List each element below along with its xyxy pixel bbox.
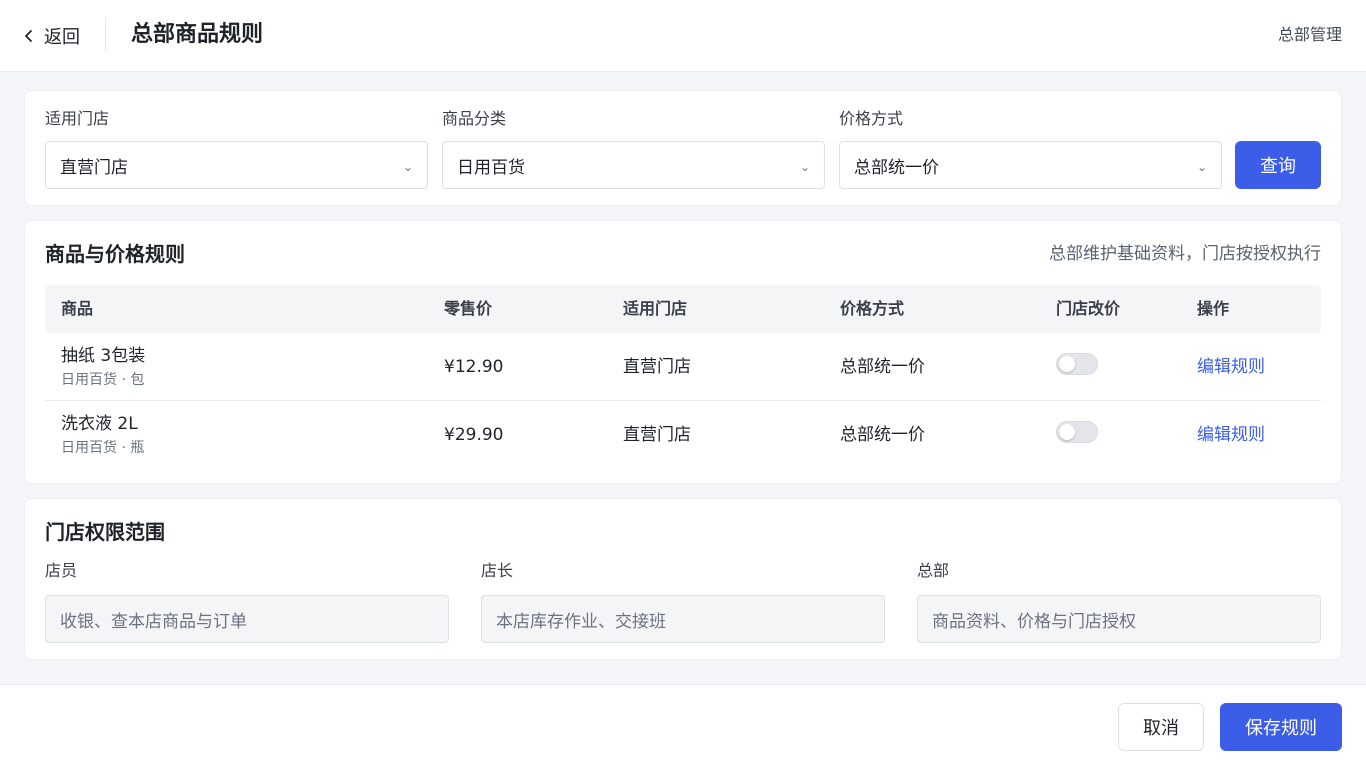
- product-name: 洗衣液 2L: [61, 414, 138, 434]
- applicable-store: 直营门店: [623, 425, 691, 445]
- edit-rule-link[interactable]: 编辑规则: [1197, 356, 1265, 378]
- category-select[interactable]: 日用百货 ⌄: [442, 141, 825, 189]
- store-select-value: 直营门店: [60, 157, 128, 178]
- rules-section-note: 总部维护基础资料，门店按授权执行: [1049, 244, 1321, 264]
- query-button[interactable]: 查询: [1235, 141, 1321, 189]
- applicable-store: 直营门店: [623, 357, 691, 377]
- table-row: 洗衣液 2L 日用百货 · 瓶 ¥29.90 直营门店 总部统一价 编辑规则: [45, 401, 1321, 469]
- store-price-change-toggle[interactable]: [1056, 421, 1098, 443]
- rules-card: 商品与价格规则 总部维护基础资料，门店按授权执行 商品 零售价 适用门店 价格方…: [24, 220, 1342, 484]
- permission-label: 店员: [45, 561, 78, 580]
- table-header: 商品 零售价 适用门店 价格方式 门店改价 操作: [45, 285, 1321, 333]
- store-select[interactable]: 直营门店 ⌄: [45, 141, 428, 189]
- filter-card: 适用门店 直营门店 ⌄ 商品分类 日用百货 ⌄ 价格方式 总部统一价 ⌄ 查询: [24, 90, 1342, 206]
- price-mode: 总部统一价: [840, 425, 925, 445]
- column-header-price: 零售价: [444, 299, 493, 318]
- category-filter: 商品分类 日用百货 ⌄: [442, 109, 825, 189]
- price-mode-select-value: 总部统一价: [854, 157, 939, 178]
- column-header-price-mode: 价格方式: [840, 299, 905, 318]
- store-price-change-toggle[interactable]: [1056, 353, 1098, 375]
- permission-field: 商品资料、价格与门店授权: [917, 595, 1321, 643]
- footer-bar: 取消 保存规则: [0, 684, 1366, 768]
- save-rules-button[interactable]: 保存规则: [1220, 703, 1342, 751]
- header-divider: [105, 17, 106, 51]
- table-row: 抽纸 3包装 日用百货 · 包 ¥12.90 直营门店 总部统一价 编辑规则: [45, 333, 1321, 401]
- toggle-knob: [1059, 424, 1075, 440]
- toggle-knob: [1059, 356, 1075, 372]
- permission-manager: 店长 本店库存作业、交接班: [481, 561, 885, 643]
- column-header-action: 操作: [1197, 299, 1230, 318]
- store-filter-label: 适用门店: [45, 109, 110, 128]
- chevron-down-icon: ⌄: [1197, 160, 1208, 174]
- chevron-down-icon: ⌄: [403, 160, 414, 174]
- permissions-card: 门店权限范围 店员 收银、查本店商品与订单 店长 本店库存作业、交接班 总部 商…: [24, 498, 1342, 660]
- rules-table: 商品 零售价 适用门店 价格方式 门店改价 操作 抽纸 3包装 日用百货 · 包…: [45, 285, 1321, 469]
- permission-hq: 总部 商品资料、价格与门店授权: [917, 561, 1321, 643]
- back-button[interactable]: 返回: [22, 22, 80, 50]
- store-filter: 适用门店 直营门店 ⌄: [45, 109, 428, 189]
- column-header-store-price-change: 门店改价: [1056, 299, 1121, 318]
- price-mode-filter-label: 价格方式: [839, 109, 904, 128]
- permission-label: 总部: [917, 561, 950, 580]
- permission-clerk: 店员 收银、查本店商品与订单: [45, 561, 449, 643]
- product-category: 日用百货 · 包: [61, 372, 145, 388]
- cancel-button[interactable]: 取消: [1118, 703, 1204, 751]
- back-label: 返回: [44, 27, 80, 48]
- column-header-store: 适用门店: [623, 299, 688, 318]
- category-select-value: 日用百货: [457, 157, 525, 178]
- permission-field: 本店库存作业、交接班: [481, 595, 885, 643]
- retail-price: ¥12.90: [444, 357, 504, 377]
- chevron-left-icon: [25, 30, 32, 42]
- rules-section-title: 商品与价格规则: [45, 242, 185, 266]
- retail-price: ¥29.90: [444, 425, 504, 445]
- permission-field: 收银、查本店商品与订单: [45, 595, 449, 643]
- column-header-product: 商品: [61, 299, 94, 318]
- permission-label: 店长: [481, 561, 514, 580]
- price-mode: 总部统一价: [840, 357, 925, 377]
- product-name: 抽纸 3包装: [61, 346, 146, 366]
- page-title: 总部商品规则: [131, 22, 264, 47]
- price-mode-filter: 价格方式 总部统一价 ⌄: [839, 109, 1222, 189]
- hq-management-link[interactable]: 总部管理: [1278, 24, 1342, 46]
- permissions-section-title: 门店权限范围: [45, 520, 165, 544]
- product-category: 日用百货 · 瓶: [61, 440, 145, 456]
- chevron-down-icon: ⌄: [800, 160, 811, 174]
- price-mode-select[interactable]: 总部统一价 ⌄: [839, 141, 1222, 189]
- top-header: 返回 总部商品规则 总部管理: [0, 0, 1366, 72]
- category-filter-label: 商品分类: [442, 109, 507, 128]
- edit-rule-link[interactable]: 编辑规则: [1197, 424, 1265, 446]
